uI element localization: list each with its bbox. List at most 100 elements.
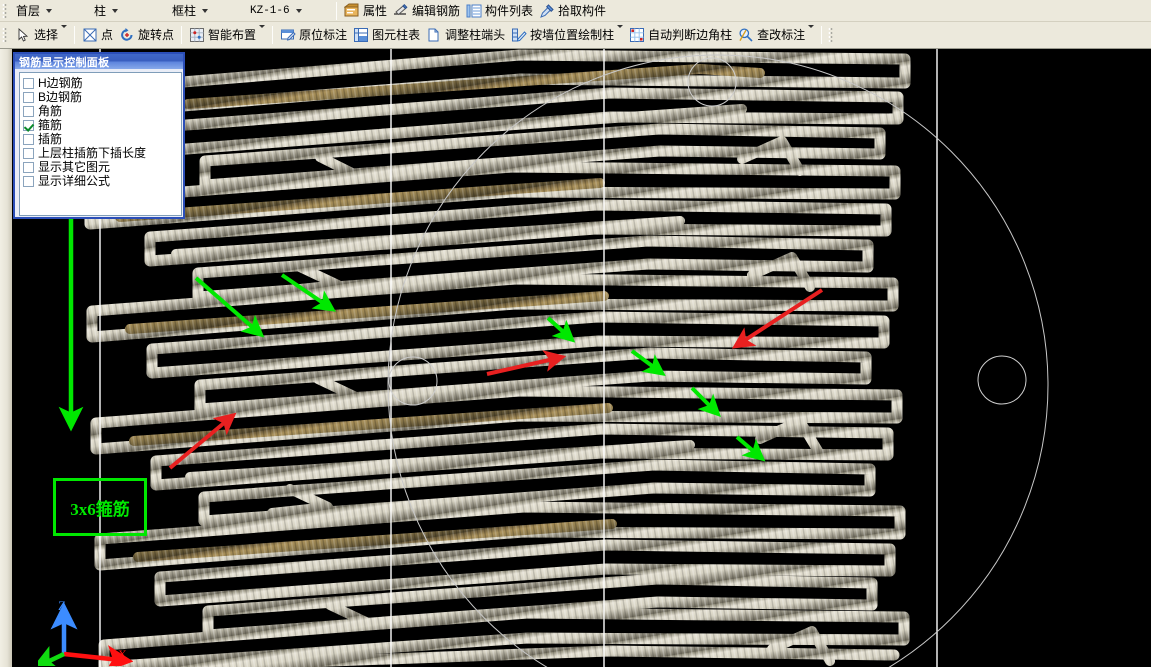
draw-column-by-wall-label: 按墙位置绘制柱 <box>530 28 615 42</box>
rebar-option-corner-rebar[interactable]: 角筋 <box>23 104 181 118</box>
tools-toolbar: 选择 点 旋转点 智能布置 原位标注 图元柱表 调整柱端头 按墙位置绘制柱 自动… <box>0 22 1151 49</box>
chevron-down-icon[interactable] <box>808 25 815 42</box>
inplace-annotation-tool-label: 原位标注 <box>299 28 348 42</box>
point-tool[interactable]: 点 <box>79 25 116 45</box>
rebar-option-h-side-rebar[interactable]: H边钢筋 <box>23 76 181 90</box>
properties-icon <box>344 3 359 16</box>
chevron-down-icon[interactable] <box>42 3 56 19</box>
rebar-option-stirrup[interactable]: 箍筋 <box>23 118 181 132</box>
top-toolbar: 首层 柱 框柱 KZ-1-6 属性 编辑钢筋 构件列表 拾取构件 <box>0 0 1151 22</box>
toolbar-grip[interactable] <box>2 27 9 43</box>
checkbox-icon[interactable] <box>23 133 34 145</box>
list-icon <box>466 4 482 17</box>
pick-component-button-label: 拾取构件 <box>558 3 607 18</box>
smart-layout-tool-label: 智能布置 <box>208 28 257 42</box>
rebar-display-control-panel[interactable]: 钢筋显示控制面板 H边钢筋 B边钢筋 角筋 箍筋 插筋 上层柱插筋下插长度 显示… <box>13 52 185 219</box>
chevron-down-icon[interactable] <box>259 25 266 42</box>
rebar-panel-title: 钢筋显示控制面板 <box>15 54 183 69</box>
rebar-option-show-other-elements[interactable]: 显示其它图元 <box>23 160 181 174</box>
toolbar-separator <box>336 1 337 20</box>
point-tool-label: 点 <box>101 28 114 42</box>
element-column-table[interactable]: 图元柱表 <box>350 25 423 45</box>
column-head-icon <box>428 28 439 42</box>
chevron-down-icon[interactable] <box>292 3 306 19</box>
callout-box: 3x6箍筋 <box>53 478 147 536</box>
callout-label: 3x6箍筋 <box>70 499 130 519</box>
edit-rebar-button[interactable]: 编辑钢筋 <box>390 1 463 21</box>
floor-selector[interactable]: 首层 <box>12 1 90 20</box>
chevron-down-icon[interactable] <box>108 3 122 19</box>
rebar-option-label: 显示详细公式 <box>38 173 111 188</box>
axis-z-label: Z <box>58 598 66 613</box>
properties-button-label: 属性 <box>363 3 388 18</box>
rebar-panel-checkbox-list[interactable]: H边钢筋 B边钢筋 角筋 箍筋 插筋 上层柱插筋下插长度 显示其它图元 显示详细… <box>19 72 182 216</box>
rebar-option-label: 插筋 <box>38 131 63 146</box>
rebar-option-label: H边钢筋 <box>38 75 83 90</box>
component-selector-value: 柱 <box>94 4 107 18</box>
rebar-option-label: B边钢筋 <box>38 89 83 104</box>
modify-annotation-label: 查改标注 <box>757 28 806 42</box>
component-selector[interactable]: 柱 <box>90 1 168 20</box>
adjust-column-head[interactable]: 调整柱端头 <box>423 25 508 45</box>
component-list-button-label: 构件列表 <box>485 3 534 18</box>
component-name-selector[interactable]: KZ-1-6 <box>246 1 332 20</box>
checkbox-icon[interactable] <box>23 175 34 187</box>
chevron-down-icon[interactable] <box>617 25 624 42</box>
rebar-option-show-detail-formula[interactable]: 显示详细公式 <box>23 174 181 188</box>
rebar-option-label: 角筋 <box>38 103 63 118</box>
rebar-option-label: 箍筋 <box>38 117 63 132</box>
pencil-rebar-icon <box>394 3 408 15</box>
toolbar-grip[interactable] <box>2 2 9 19</box>
smart-layout-icon <box>190 28 205 42</box>
axis-y-line <box>38 646 65 666</box>
modify-annotation[interactable]: 查改标注 <box>735 25 817 45</box>
rotate-point-icon <box>121 28 133 41</box>
toolbar-separator <box>272 26 274 44</box>
element-column-table-label: 图元柱表 <box>372 28 421 42</box>
axis-x-label: X <box>118 647 127 661</box>
smart-layout-tool[interactable]: 智能布置 <box>186 25 268 45</box>
toolbar-grip[interactable] <box>828 27 836 43</box>
checkbox-checked-icon[interactable] <box>23 119 34 131</box>
component-name-value: KZ-1-6 <box>250 4 290 17</box>
axis-gizmo: Z X <box>38 598 133 666</box>
rebar-option-upper-column-dowel[interactable]: 上层柱插筋下插长度 <box>23 146 181 160</box>
table-icon <box>354 28 369 42</box>
annotation-icon <box>281 29 296 41</box>
checkbox-icon[interactable] <box>23 105 34 117</box>
rotate-point-tool-label: 旋转点 <box>138 28 175 42</box>
floor-selector-value: 首层 <box>16 4 41 18</box>
edit-rebar-button-label: 编辑钢筋 <box>412 3 461 18</box>
properties-button[interactable]: 属性 <box>341 1 390 21</box>
pick-component-button[interactable]: 拾取构件 <box>536 1 609 21</box>
draw-column-by-wall[interactable]: 按墙位置绘制柱 <box>508 25 626 45</box>
cursor-icon <box>18 27 29 42</box>
component-list-button[interactable]: 构件列表 <box>463 1 536 21</box>
adjust-column-head-label: 调整柱端头 <box>445 28 506 42</box>
rotate-point-tool[interactable]: 旋转点 <box>116 25 177 45</box>
rebar-option-dowel-rebar[interactable]: 插筋 <box>23 132 181 146</box>
auto-detect-corner-label: 自动判断边角柱 <box>648 28 733 42</box>
chevron-down-icon[interactable] <box>61 25 68 42</box>
checkbox-icon[interactable] <box>23 91 34 103</box>
wall-column-icon <box>512 28 527 42</box>
auto-detect-corner[interactable]: 自动判断边角柱 <box>626 25 735 45</box>
eyedropper-icon <box>540 3 554 18</box>
chevron-down-icon[interactable] <box>198 3 212 19</box>
viewport-left-edge <box>0 49 12 667</box>
select-tool[interactable]: 选择 <box>12 25 70 45</box>
rebar-option-b-side-rebar[interactable]: B边钢筋 <box>23 90 181 104</box>
column-type-selector[interactable]: 框柱 <box>168 1 246 20</box>
rebar-option-label: 上层柱插筋下插长度 <box>38 145 147 160</box>
gtj-3d-rebar-window: 首层 柱 框柱 KZ-1-6 属性 编辑钢筋 构件列表 拾取构件 选择 点 旋转… <box>0 0 1151 667</box>
checkbox-icon[interactable] <box>23 77 34 89</box>
rebar-option-label: 显示其它图元 <box>38 159 111 174</box>
checkbox-icon[interactable] <box>23 161 34 173</box>
point-icon <box>83 28 97 42</box>
column-type-selector-value: 框柱 <box>172 4 197 18</box>
inplace-annotation-tool[interactable]: 原位标注 <box>277 25 350 45</box>
search-edit-icon <box>739 28 753 42</box>
toolbar-separator <box>181 26 183 44</box>
toolbar-separator <box>821 26 823 44</box>
checkbox-icon[interactable] <box>23 147 34 159</box>
